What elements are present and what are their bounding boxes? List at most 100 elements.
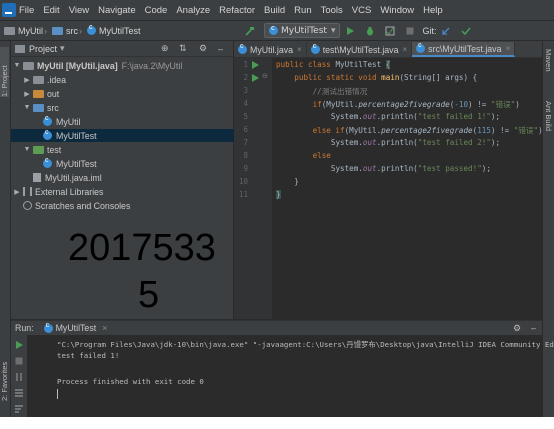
chevron-right-icon[interactable]: ▶ — [13, 188, 21, 196]
line-number: 1 — [243, 60, 248, 69]
debug-icon[interactable] — [365, 26, 375, 36]
gear-icon[interactable]: ⚙ — [199, 43, 207, 54]
scratch-icon — [23, 201, 32, 210]
build-hammer-icon[interactable] — [245, 26, 255, 36]
code-token: 115 — [477, 126, 491, 135]
run-icon[interactable] — [345, 26, 355, 36]
tab-src-myutiltest-java[interactable]: src\MyUtilTest.java × — [412, 42, 516, 57]
class-icon — [43, 129, 52, 140]
fold-icon[interactable]: ⊖ — [262, 72, 268, 80]
menu-tools[interactable]: Tools — [321, 5, 343, 16]
collapse-icon[interactable]: ⇅ — [179, 43, 187, 54]
pause-icon[interactable] — [14, 372, 24, 382]
tree-item-myutiltest-test[interactable]: MyUtilTest — [11, 157, 265, 170]
hide-icon[interactable]: – — [218, 44, 223, 54]
menu-build[interactable]: Build — [264, 5, 285, 16]
tree-item-external-libraries[interactable]: ▶ External Libraries — [11, 185, 235, 198]
git-update-icon[interactable] — [441, 26, 451, 36]
project-panel-title[interactable]: Project — [29, 44, 57, 54]
favorites-tool-tab[interactable]: 2: Favorites — [0, 341, 9, 401]
rerun-icon[interactable] — [14, 340, 24, 350]
menu-view[interactable]: View — [69, 5, 89, 16]
chevron-down-icon[interactable]: ▾ — [60, 43, 65, 54]
chevron-down-icon[interactable]: ▼ — [23, 146, 31, 153]
tree-item-scratches[interactable]: Scratches and Consoles — [11, 199, 245, 212]
tree-item-test[interactable]: ▼ test — [11, 143, 245, 156]
code-line-2: public static void main(String[] args) { — [276, 73, 477, 82]
code-line-9: System.out.println("test passed!"); — [276, 164, 491, 173]
tree-item-myutil[interactable]: MyUtil — [11, 115, 265, 128]
folder-icon — [23, 61, 34, 70]
tab-test-myutiltest-java[interactable]: test\MyUtilTest.java × — [307, 42, 413, 57]
console-line: test failed 1! — [57, 351, 120, 360]
menu-window[interactable]: Window — [380, 5, 414, 16]
tab-myutil-java[interactable]: MyUtil.java × — [234, 42, 307, 57]
code-editor[interactable]: public class MyUtilTest { public static … — [272, 58, 543, 319]
chevron-down-icon[interactable]: ▼ — [23, 104, 31, 111]
tree-item-iml[interactable]: MyUtil.java.iml — [11, 171, 255, 184]
editor-tabs: MyUtil.java × test\MyUtilTest.java × src… — [234, 41, 554, 58]
menu-code[interactable]: Code — [145, 5, 168, 16]
code-token: out — [362, 164, 377, 173]
folder-icon — [33, 145, 44, 154]
close-icon[interactable]: × — [297, 45, 302, 54]
run-tab[interactable]: MyUtilTest × — [43, 322, 107, 333]
code-token: ) != — [490, 126, 514, 135]
code-token: out — [362, 138, 377, 147]
tree-item-idea[interactable]: ▶ .idea — [11, 73, 245, 86]
project-tool-tab[interactable]: 1: Project — [0, 47, 9, 97]
menu-analyze[interactable]: Analyze — [176, 5, 210, 16]
breadcrumb-folder[interactable]: src — [66, 26, 78, 36]
code-token: //测试出错情况 — [312, 87, 368, 96]
code-token: System. — [330, 138, 363, 147]
code-line-1: public class MyUtilTest { — [276, 60, 391, 69]
code-token: .println( — [376, 164, 418, 173]
breadcrumb-file[interactable]: MyUtilTest — [99, 26, 141, 36]
run-gutter-icon[interactable] — [251, 74, 259, 82]
ant-build-tool-tab[interactable]: Ant Build — [544, 101, 553, 141]
tree-item-project-root[interactable]: ▼ MyUtil [MyUtil.java] F:\java.2\MyUtil — [11, 59, 235, 72]
intellij-logo-icon — [2, 3, 16, 17]
stop-icon[interactable] — [405, 26, 415, 36]
line-number: 8 — [243, 151, 248, 160]
line-number: 5 — [243, 112, 248, 121]
code-line-11: } — [276, 190, 281, 199]
chevron-right-icon[interactable]: ▶ — [23, 76, 31, 84]
close-icon[interactable]: × — [505, 44, 510, 53]
menu-refactor[interactable]: Refactor — [219, 5, 255, 16]
chevron-right-icon[interactable]: ▶ — [23, 90, 31, 98]
tree-item-label: MyUtilTest — [56, 130, 97, 141]
run-configuration-selector[interactable]: MyUtilTest ▾ — [264, 23, 341, 38]
gear-icon[interactable]: ⚙ — [513, 323, 521, 334]
tree-item-src[interactable]: ▼ src — [11, 101, 245, 114]
maven-tool-tab[interactable]: Maven — [544, 49, 553, 79]
code-line-6: else if(MyUtil.percentage2fivegrade(115)… — [276, 125, 543, 136]
tree-item-out[interactable]: ▶ out — [11, 87, 245, 100]
soft-wrap-icon[interactable] — [14, 404, 24, 414]
close-icon[interactable]: × — [102, 323, 107, 333]
scroll-to-end-icon[interactable] — [14, 388, 24, 398]
code-token: public static void — [294, 73, 382, 82]
console-line: Process finished with exit code 0 — [57, 377, 204, 386]
chevron-down-icon[interactable]: ▼ — [13, 62, 21, 69]
breadcrumb-project[interactable]: MyUtil — [18, 26, 43, 36]
menu-run[interactable]: Run — [294, 5, 311, 16]
locate-icon[interactable]: ⊕ — [161, 43, 169, 54]
stop-icon[interactable] — [14, 356, 24, 366]
git-commit-icon[interactable] — [461, 26, 472, 36]
menu-help[interactable]: Help — [423, 5, 443, 16]
menu-file[interactable]: File — [19, 5, 34, 16]
coverage-icon[interactable] — [385, 26, 395, 36]
close-icon[interactable]: × — [402, 45, 407, 54]
tree-item-myutiltest-src[interactable]: MyUtilTest — [11, 129, 265, 142]
hide-icon[interactable]: – — [531, 323, 536, 333]
code-token: -10 — [454, 100, 469, 109]
run-gutter-icon[interactable] — [251, 61, 259, 69]
menu-vcs[interactable]: VCS — [352, 5, 372, 16]
run-console[interactable]: "C:\Program Files\Java\jdk-10\bin\java.e… — [27, 335, 554, 417]
code-token: ) != — [468, 100, 491, 109]
menu-navigate[interactable]: Navigate — [98, 5, 136, 16]
menu-edit[interactable]: Edit — [43, 5, 59, 16]
file-icon — [33, 173, 41, 182]
code-token: .println( — [376, 138, 418, 147]
